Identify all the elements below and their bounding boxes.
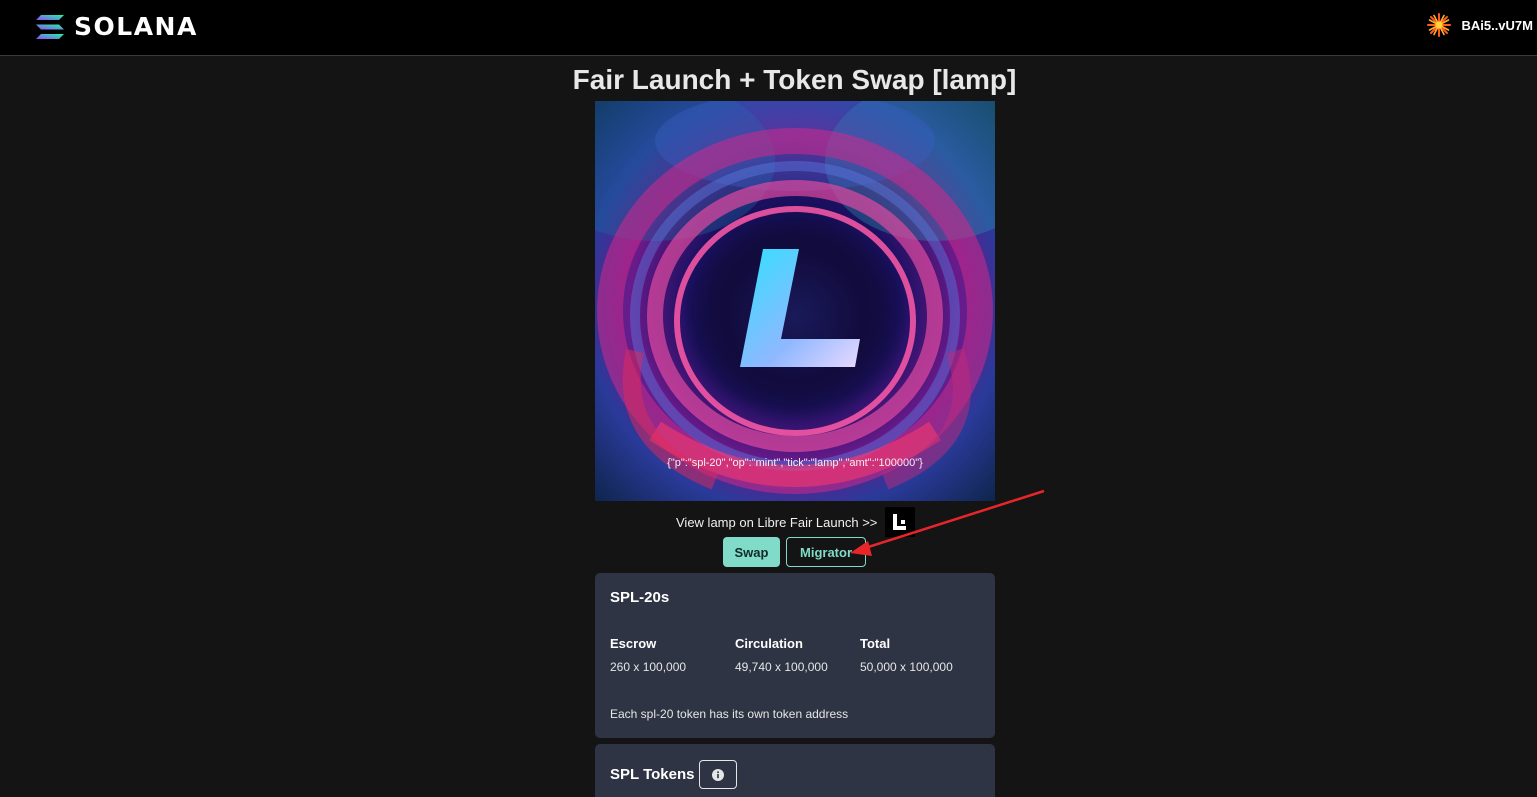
stat-value: 260 x 100,000	[610, 660, 687, 674]
stat-circulation: Circulation 49,740 x 100,000	[735, 636, 828, 674]
spl20-card: SPL-20s Escrow 260 x 100,000 Circulation…	[595, 573, 995, 738]
solana-logo-icon	[36, 15, 64, 39]
stat-label: Total	[860, 636, 891, 651]
stat-label: Circulation	[735, 636, 803, 651]
starburst-icon	[1427, 13, 1452, 37]
info-button[interactable]	[699, 760, 737, 789]
stat-value: 50,000 x 100,000	[860, 660, 953, 674]
libre-logo-icon[interactable]	[885, 507, 916, 537]
wallet-button[interactable]: BAi5..vU7M	[1427, 13, 1533, 37]
spl-tokens-card: SPL Tokens	[595, 744, 995, 797]
swap-tab-button[interactable]: Swap	[723, 537, 780, 567]
libre-fair-launch-link[interactable]: View lamp on Libre Fair Launch >>	[676, 515, 877, 530]
stat-escrow: Escrow 260 x 100,000	[610, 636, 686, 674]
info-icon	[712, 768, 724, 781]
solana-logo[interactable]: SOLANA	[36, 14, 198, 40]
token-image: {"p":"spl-20","op":"mint","tick":"lamp",…	[595, 101, 995, 501]
spl-tokens-card-title: SPL Tokens	[610, 766, 695, 783]
migrator-tab-button[interactable]: Migrator	[786, 537, 866, 567]
logo-text: SOLANA	[74, 12, 198, 41]
stat-value: 49,740 x 100,000	[735, 660, 828, 674]
libre-link-row: View lamp on Libre Fair Launch >>	[676, 507, 916, 537]
vortex-artwork	[595, 101, 995, 501]
inscription-text: {"p":"spl-20","op":"mint","tick":"lamp",…	[667, 457, 923, 469]
top-navbar: SOLANA BAi5..vU7M	[0, 0, 1537, 56]
wallet-address: BAi5..vU7M	[1461, 17, 1533, 33]
stat-total: Total 50,000 x 100,000	[860, 636, 953, 674]
spl20-card-title: SPL-20s	[610, 589, 670, 606]
page-title: Fair Launch + Token Swap [lamp]	[572, 64, 1017, 95]
stat-label: Escrow	[610, 636, 657, 651]
spl20-card-note: Each spl-20 token has its own token addr…	[610, 707, 849, 721]
